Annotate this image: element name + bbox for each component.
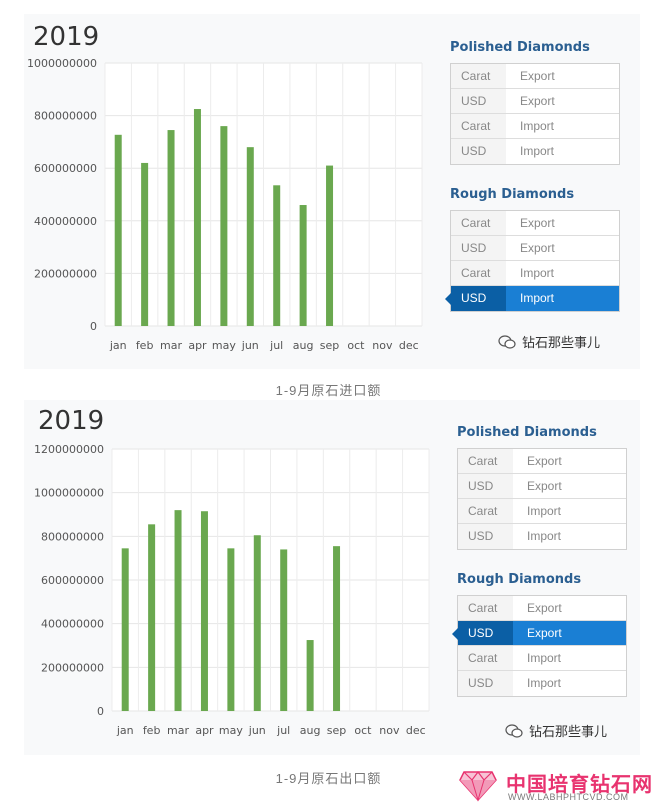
x-tick-label: jun <box>248 724 266 737</box>
rough-row[interactable]: USD Export <box>451 236 619 261</box>
rough-row-active[interactable]: USD Import <box>445 286 619 311</box>
wechat-name: 钻石那些事儿 <box>522 335 601 350</box>
bar <box>200 511 208 711</box>
wechat-watermark-bottom: 钻石那些事儿 <box>505 721 607 740</box>
polished-row[interactable]: USD Import <box>458 524 626 549</box>
rough-diamonds-title: Rough Diamonds <box>457 572 582 587</box>
rough-row[interactable]: Carat Export <box>451 211 619 236</box>
row-flow: Import <box>527 504 562 518</box>
row-flow: Export <box>527 601 562 615</box>
y-tick-label: 200000000 <box>41 661 104 674</box>
wechat-name: 钻石那些事儿 <box>529 724 608 739</box>
polished-diamonds-title: Polished Diamonds <box>450 40 590 55</box>
bar <box>280 549 288 711</box>
row-unit: USD <box>458 524 513 549</box>
x-tick-label: apr <box>195 724 214 737</box>
polished-row[interactable]: USD Import <box>451 139 619 164</box>
row-flow: Export <box>520 241 555 255</box>
logo-url: WWW.LABHPHTCVD.COM <box>508 792 629 802</box>
row-flow: Import <box>527 651 562 665</box>
wechat-watermark-top: 钻石那些事儿 <box>498 332 600 351</box>
y-tick-label: 400000000 <box>41 618 104 631</box>
bar <box>148 524 156 711</box>
row-flow: Import <box>506 286 619 311</box>
row-unit: Carat <box>451 211 506 235</box>
side-menu-top: Polished Diamonds Carat Export USD Export … <box>445 40 620 334</box>
rough-row[interactable]: USD Import <box>458 671 626 696</box>
site-logo: 中国培育钻石网 WWW.LABHPHTCVD.COM <box>458 768 652 804</box>
row-flow: Import <box>527 529 562 543</box>
row-flow: Export <box>513 621 626 645</box>
wechat-icon <box>505 723 523 738</box>
bar <box>174 510 182 711</box>
bar <box>253 535 261 711</box>
bar-chart-bottom: 0 200000000 400000000 600000000 800000000 100… <box>34 443 430 737</box>
x-tick-label: jul <box>276 724 290 737</box>
rough-table-top: Carat Export USD Export Carat Import USD Imp… <box>445 210 620 312</box>
rough-table-bottom: Carat Export USD Export Carat Import USD Imp… <box>452 595 627 697</box>
y-tick-label: 1200000000 <box>34 443 104 456</box>
row-flow: Import <box>520 119 555 133</box>
x-tick-label: nov <box>379 724 400 737</box>
row-unit: Carat <box>451 114 506 138</box>
x-tick-label: oct <box>354 724 372 737</box>
polished-row[interactable]: Carat Export <box>451 64 619 89</box>
side-menu-bottom: Polished Diamonds Carat Export USD Export … <box>452 425 627 719</box>
row-unit: Carat <box>458 499 513 523</box>
polished-row[interactable]: Carat Import <box>451 114 619 139</box>
rough-row-active[interactable]: USD Export <box>452 621 626 646</box>
x-tick-label: may <box>219 724 243 737</box>
row-flow: Export <box>527 479 562 493</box>
polished-table-bottom: Carat Export USD Export Carat Import USD Imp… <box>457 448 627 550</box>
rough-diamonds-title: Rough Diamonds <box>450 187 575 202</box>
row-unit: USD <box>451 139 506 164</box>
polished-row[interactable]: Carat Export <box>458 449 626 474</box>
row-flow: Export <box>520 216 555 230</box>
y-tick-label: 800000000 <box>41 530 104 543</box>
y-tick-label: 0 <box>97 705 104 718</box>
row-flow: Import <box>520 266 555 280</box>
polished-row[interactable]: Carat Import <box>458 499 626 524</box>
row-unit: USD <box>451 89 506 113</box>
rough-row[interactable]: Carat Import <box>458 646 626 671</box>
x-tick-label: dec <box>406 724 426 737</box>
x-tick-label: feb <box>143 724 161 737</box>
bar <box>121 548 129 711</box>
row-unit: Carat <box>451 261 506 285</box>
row-flow: Import <box>527 676 562 690</box>
polished-row[interactable]: USD Export <box>458 474 626 499</box>
wechat-icon <box>498 334 516 349</box>
rough-row[interactable]: Carat Import <box>451 261 619 286</box>
bar <box>333 546 341 711</box>
row-flow: Export <box>520 69 555 83</box>
row-flow: Import <box>520 144 555 158</box>
x-tick-label: jan <box>116 724 134 737</box>
row-unit: USD <box>451 286 506 311</box>
row-flow: Export <box>527 454 562 468</box>
diamond-logo-icon <box>459 771 497 802</box>
row-unit: USD <box>451 236 506 260</box>
bar <box>227 548 235 711</box>
x-tick-label: sep <box>327 724 346 737</box>
row-unit: Carat <box>451 64 506 88</box>
row-unit: Carat <box>458 596 513 620</box>
row-unit: USD <box>458 671 513 696</box>
row-unit: USD <box>458 621 513 645</box>
rough-row[interactable]: Carat Export <box>458 596 626 621</box>
row-unit: Carat <box>458 449 513 473</box>
y-tick-label: 1000000000 <box>34 487 104 500</box>
y-tick-label: 600000000 <box>41 574 104 587</box>
polished-row[interactable]: USD Export <box>451 89 619 114</box>
x-tick-label: aug <box>300 724 321 737</box>
row-unit: USD <box>458 474 513 498</box>
row-unit: Carat <box>458 646 513 670</box>
bar <box>306 640 314 711</box>
x-tick-label: mar <box>167 724 189 737</box>
polished-diamonds-title: Polished Diamonds <box>457 425 597 440</box>
polished-table-top: Carat Export USD Export Carat Import USD Imp… <box>450 63 620 165</box>
row-flow: Export <box>520 94 555 108</box>
